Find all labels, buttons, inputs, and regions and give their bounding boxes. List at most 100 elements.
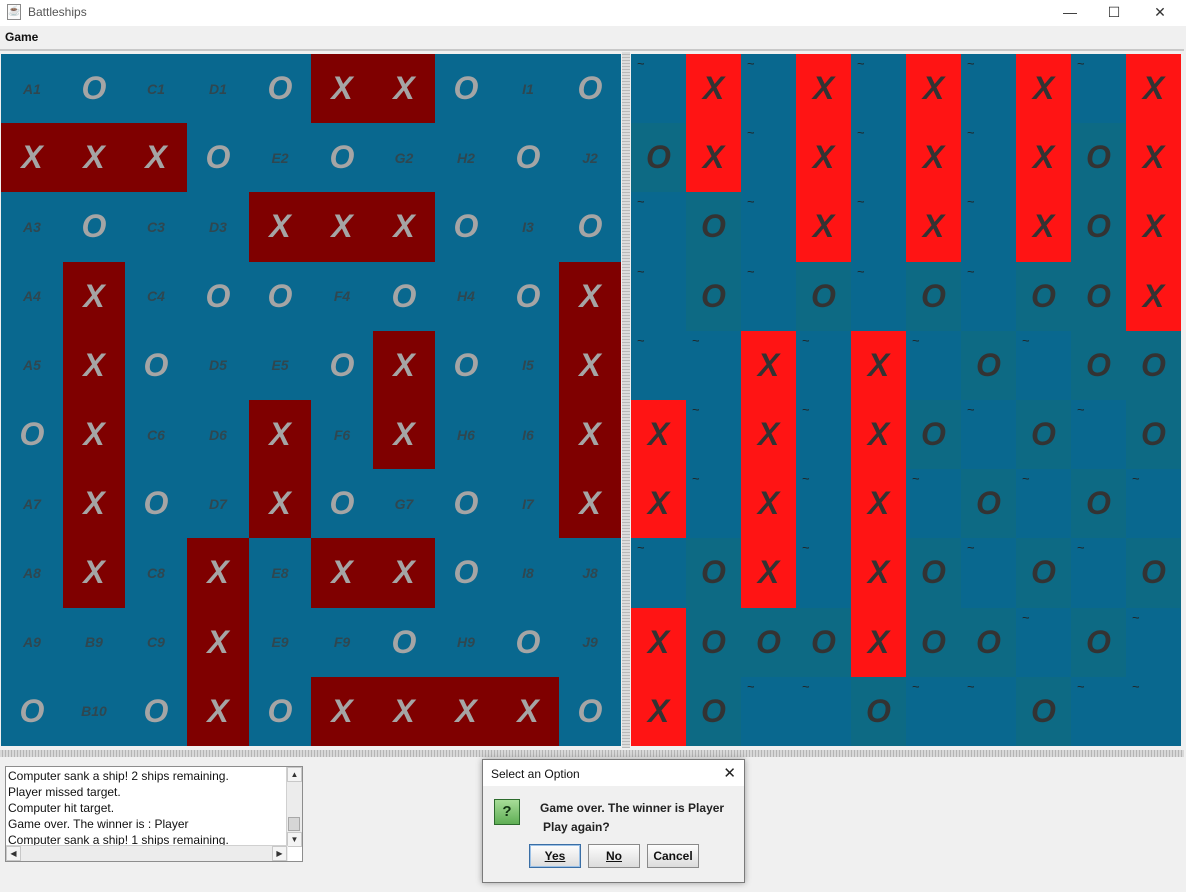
target-cell[interactable]: ~: [686, 330, 741, 400]
target-cell[interactable]: ~: [631, 192, 686, 262]
scroll-thumb[interactable]: [288, 817, 300, 831]
maximize-button[interactable]: ☐: [1091, 0, 1137, 26]
target-cell[interactable]: X: [906, 54, 961, 124]
target-cell[interactable]: O: [741, 607, 796, 677]
target-cell[interactable]: X: [796, 54, 851, 124]
target-cell[interactable]: X: [906, 123, 961, 193]
yes-button[interactable]: Yes: [529, 844, 581, 868]
target-cell[interactable]: X: [686, 123, 741, 193]
target-cell[interactable]: O: [906, 399, 961, 470]
target-cell[interactable]: O: [1016, 538, 1071, 608]
target-cell[interactable]: X: [741, 469, 796, 539]
target-cell[interactable]: O: [686, 676, 741, 746]
target-cell[interactable]: X: [851, 607, 906, 677]
target-cell[interactable]: O: [1071, 192, 1126, 262]
target-cell[interactable]: ~: [961, 261, 1016, 331]
log-vertical-scrollbar[interactable]: ▲ ▼: [286, 767, 302, 847]
target-cell[interactable]: ~: [1016, 330, 1071, 400]
target-cell[interactable]: ~: [796, 399, 851, 470]
target-cell[interactable]: ~: [961, 538, 1016, 608]
target-cell[interactable]: ~: [1071, 676, 1126, 746]
target-cell[interactable]: O: [906, 261, 961, 331]
target-cell[interactable]: O: [1126, 399, 1181, 470]
target-cell[interactable]: O: [961, 607, 1016, 677]
target-cell[interactable]: O: [686, 538, 741, 608]
target-cell[interactable]: O: [631, 123, 686, 193]
target-cell[interactable]: ~: [796, 538, 851, 608]
target-cell[interactable]: X: [1126, 261, 1181, 331]
target-cell[interactable]: ~: [851, 54, 906, 124]
target-cell[interactable]: ~: [961, 123, 1016, 193]
scroll-down-arrow-icon[interactable]: ▼: [287, 832, 302, 847]
target-cell[interactable]: ~: [686, 469, 741, 539]
scroll-up-arrow-icon[interactable]: ▲: [287, 767, 302, 782]
target-cell[interactable]: ~: [796, 469, 851, 539]
target-cell[interactable]: O: [1071, 469, 1126, 539]
target-cell[interactable]: O: [796, 607, 851, 677]
scroll-right-arrow-icon[interactable]: ▶: [272, 846, 287, 861]
target-cell[interactable]: ~: [631, 330, 686, 400]
target-cell[interactable]: ~: [1071, 399, 1126, 470]
target-cell[interactable]: ~: [851, 192, 906, 262]
target-cell[interactable]: X: [631, 399, 686, 470]
menu-game[interactable]: Game: [5, 30, 38, 44]
scroll-left-arrow-icon[interactable]: ◀: [6, 846, 21, 861]
target-cell[interactable]: ~: [741, 261, 796, 331]
target-cell[interactable]: X: [1126, 54, 1181, 124]
minimize-button[interactable]: —: [1047, 0, 1093, 26]
target-cell[interactable]: X: [1016, 123, 1071, 193]
target-cell[interactable]: X: [1016, 54, 1071, 124]
target-cell[interactable]: ~: [961, 192, 1016, 262]
target-cell[interactable]: O: [1016, 261, 1071, 331]
target-cell[interactable]: X: [631, 469, 686, 539]
target-cell[interactable]: X: [1126, 192, 1181, 262]
cancel-button[interactable]: Cancel: [647, 844, 699, 868]
target-cell[interactable]: ~: [631, 538, 686, 608]
target-cell[interactable]: ~: [906, 330, 961, 400]
target-cell[interactable]: O: [1016, 399, 1071, 470]
target-cell[interactable]: ~: [741, 676, 796, 746]
target-cell[interactable]: X: [1126, 123, 1181, 193]
log-horizontal-scrollbar[interactable]: ◀ ▶: [6, 845, 288, 861]
target-cell[interactable]: ~: [741, 54, 796, 124]
target-cell[interactable]: ~: [961, 676, 1016, 746]
target-cell[interactable]: O: [851, 676, 906, 746]
target-cell[interactable]: ~: [631, 261, 686, 331]
target-cell[interactable]: O: [1071, 330, 1126, 400]
target-cell[interactable]: O: [686, 607, 741, 677]
target-cell[interactable]: O: [686, 261, 741, 331]
target-cell[interactable]: X: [686, 54, 741, 124]
target-cell[interactable]: X: [851, 399, 906, 470]
target-cell[interactable]: ~: [1126, 676, 1181, 746]
target-cell[interactable]: X: [851, 538, 906, 608]
target-cell[interactable]: ~: [1126, 469, 1181, 539]
target-cell[interactable]: O: [1071, 123, 1126, 193]
target-cell[interactable]: O: [906, 607, 961, 677]
target-cell[interactable]: O: [1126, 538, 1181, 608]
target-cell[interactable]: ~: [1071, 538, 1126, 608]
target-cell[interactable]: ~: [1016, 607, 1071, 677]
target-cell[interactable]: ~: [906, 469, 961, 539]
target-cell[interactable]: O: [1016, 676, 1071, 746]
target-cell[interactable]: ~: [851, 123, 906, 193]
target-cell[interactable]: ~: [1071, 54, 1126, 124]
target-cell[interactable]: X: [631, 607, 686, 677]
target-cell[interactable]: O: [686, 192, 741, 262]
target-cell[interactable]: X: [796, 192, 851, 262]
no-button[interactable]: No: [588, 844, 640, 868]
target-cell[interactable]: ~: [1126, 607, 1181, 677]
target-cell[interactable]: ~: [961, 54, 1016, 124]
split-pane-divider[interactable]: [622, 52, 630, 748]
target-cell[interactable]: X: [741, 330, 796, 400]
target-cell[interactable]: ~: [851, 261, 906, 331]
target-cell[interactable]: O: [906, 538, 961, 608]
target-cell[interactable]: ~: [631, 54, 686, 124]
target-cell[interactable]: X: [1016, 192, 1071, 262]
target-cell[interactable]: O: [1071, 607, 1126, 677]
dialog-close-icon[interactable]: ✕: [723, 764, 736, 782]
target-cell[interactable]: X: [906, 192, 961, 262]
target-cell[interactable]: X: [741, 538, 796, 608]
target-cell[interactable]: O: [961, 469, 1016, 539]
close-window-button[interactable]: ✕: [1137, 0, 1183, 26]
target-cell[interactable]: ~: [961, 399, 1016, 470]
